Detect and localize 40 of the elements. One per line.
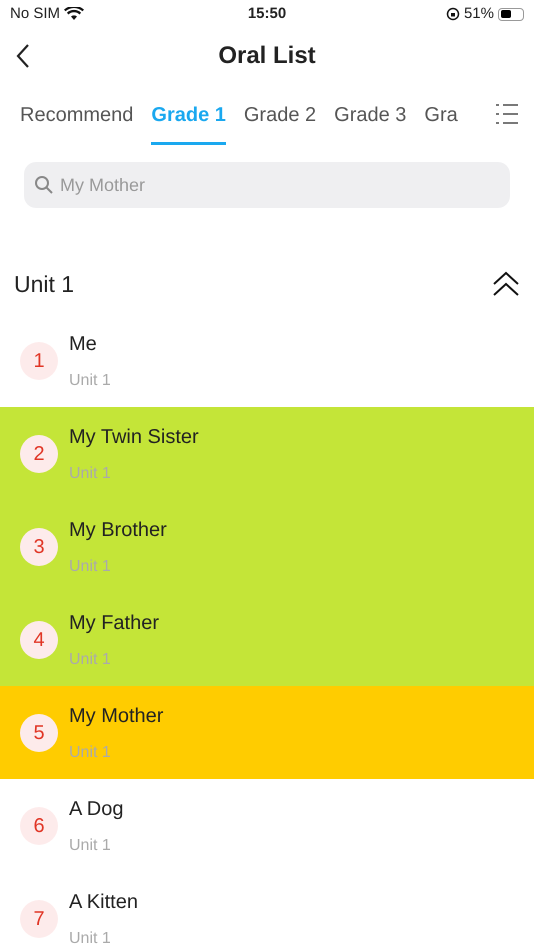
lesson-title: Me bbox=[69, 332, 98, 356]
lesson-number: 7 bbox=[20, 900, 58, 938]
battery-icon bbox=[498, 8, 524, 20]
lesson-subtitle: Unit 1 bbox=[69, 370, 111, 390]
collapse-icon[interactable] bbox=[492, 271, 520, 297]
carrier-label: No SIM bbox=[10, 4, 60, 24]
lesson-title: A Dog bbox=[69, 796, 124, 822]
lesson-title: My Twin Sister bbox=[69, 424, 199, 450]
lesson-row[interactable]: 4 My Father Unit 1 bbox=[0, 593, 534, 686]
page-title: Oral List bbox=[217, 41, 317, 71]
lesson-title: My Mother bbox=[69, 704, 164, 728]
grade-tab[interactable]: Recommend bbox=[20, 100, 134, 145]
lesson-number: 3 bbox=[20, 528, 58, 566]
lesson-subtitle: Unit 1 bbox=[69, 464, 112, 484]
lesson-title: A Kitten bbox=[69, 890, 138, 914]
lesson-subtitle: Unit 1 bbox=[69, 650, 112, 670]
rotation-lock-icon bbox=[446, 7, 460, 21]
lesson-subtitle: Unit 1 bbox=[69, 742, 112, 762]
clock-time: 15:50 bbox=[248, 4, 286, 24]
lesson-subtitle: Unit 1 bbox=[69, 556, 112, 576]
lesson-number: 4 bbox=[20, 620, 58, 658]
grade-tab[interactable]: Grade 2 bbox=[244, 100, 316, 145]
lesson-row[interactable]: 5 My Mother Unit 1 bbox=[0, 686, 534, 779]
lesson-number: 1 bbox=[20, 342, 58, 380]
lesson-row[interactable]: 3 My Brother Unit 1 bbox=[0, 500, 534, 593]
lesson-number: 6 bbox=[20, 806, 58, 844]
grade-tab[interactable]: Grade 3 bbox=[334, 100, 406, 145]
lesson-number: 2 bbox=[20, 434, 58, 472]
wifi-icon bbox=[64, 7, 84, 21]
lesson-title: My Brother bbox=[69, 518, 167, 542]
lesson-row[interactable]: 2 My Twin Sister Unit 1 bbox=[0, 407, 534, 500]
lesson-subtitle: Unit 1 bbox=[69, 928, 112, 948]
lesson-title: My Father bbox=[69, 610, 160, 636]
search-field[interactable]: My Mother bbox=[24, 162, 510, 208]
unit-title: Unit 1 bbox=[14, 270, 74, 299]
battery-percent: 51% bbox=[464, 4, 494, 24]
grade-tab[interactable]: Gra bbox=[424, 100, 458, 145]
lesson-subtitle: Unit 1 bbox=[69, 836, 112, 856]
lesson-number: 5 bbox=[20, 714, 58, 752]
search-icon bbox=[34, 175, 54, 195]
